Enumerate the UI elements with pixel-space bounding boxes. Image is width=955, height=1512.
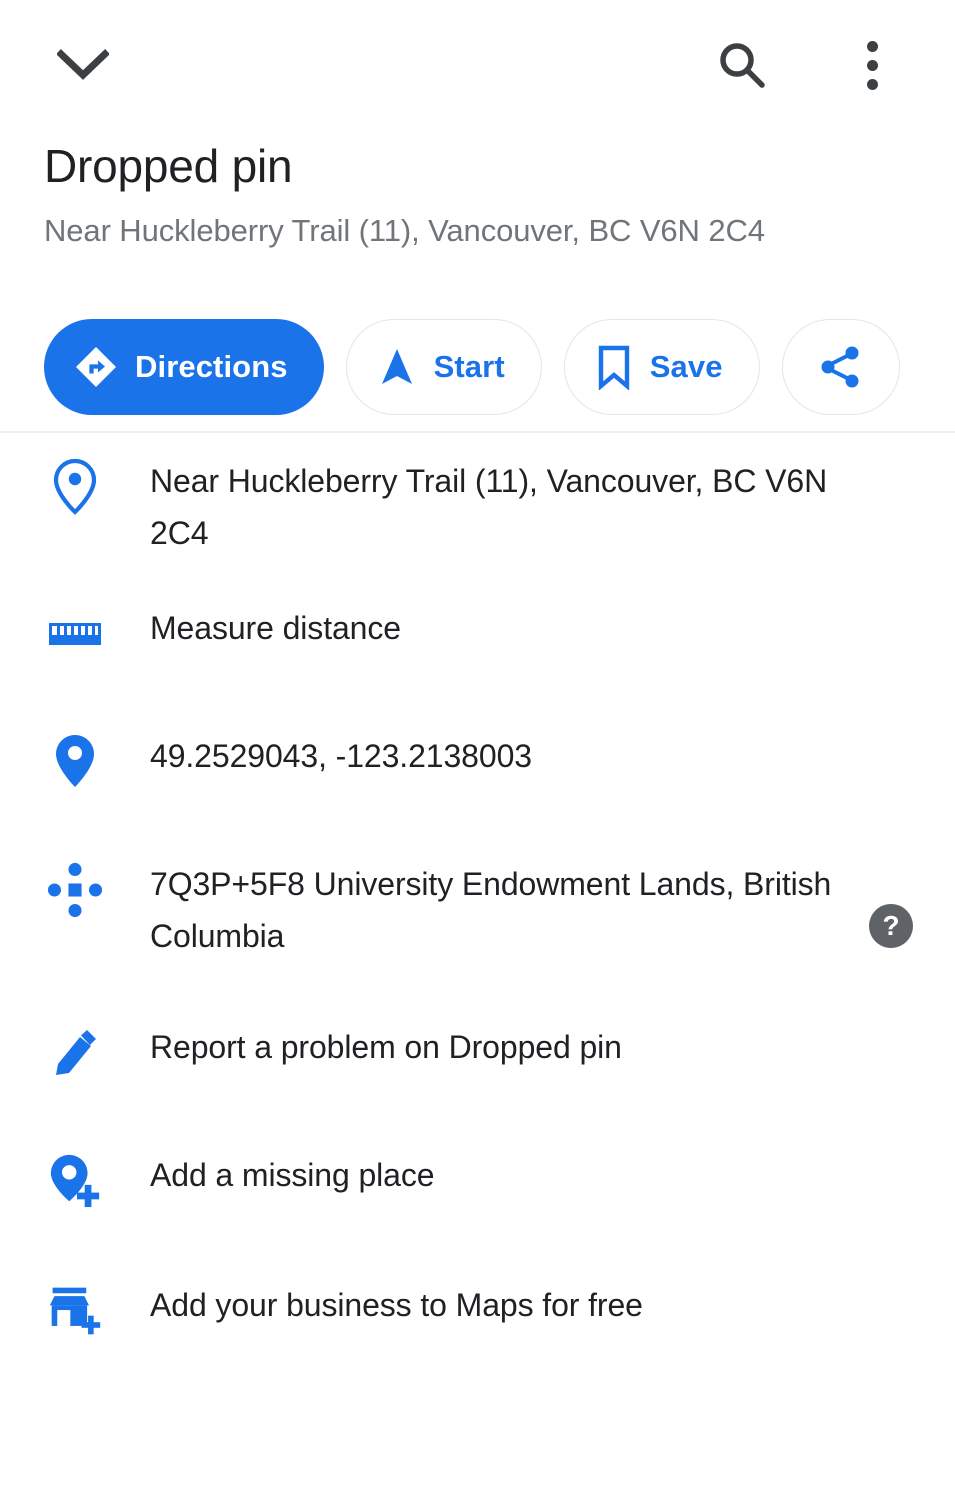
directions-button-label: Directions <box>135 349 288 384</box>
list-item-address[interactable]: Near Huckleberry Trail (11), Vancouver, … <box>0 433 955 588</box>
page-title: Dropped pin <box>44 140 293 192</box>
more-vert-icon <box>866 40 878 90</box>
start-button-label: Start <box>433 349 505 384</box>
list-item-icon <box>0 1279 150 1339</box>
list-item-add-missing-place[interactable]: Add a missing place <box>0 1133 955 1263</box>
list-item-label: 49.2529043, -123.2138003 <box>150 738 532 774</box>
search-button[interactable] <box>703 30 781 100</box>
list-item-report-problem[interactable]: Report a problem on Dropped pin <box>0 1003 955 1133</box>
list-item-icon <box>0 602 150 662</box>
navigation-arrow-icon <box>377 345 417 389</box>
list-item-measure-distance[interactable]: Measure distance <box>0 588 955 718</box>
list-item-icon <box>0 455 150 515</box>
chevron-down-icon <box>57 49 109 81</box>
location-pin-filled-icon <box>47 734 103 790</box>
list-item-icon <box>0 730 150 790</box>
ruler-icon <box>47 606 103 662</box>
save-button[interactable]: Save <box>563 319 760 415</box>
location-pin-outline-icon <box>47 458 103 515</box>
directions-icon <box>74 345 118 389</box>
list-item-icon <box>0 1149 150 1209</box>
share-icon <box>818 344 864 390</box>
list-item-label: Add your business to Maps for free <box>150 1287 643 1323</box>
overflow-menu-button[interactable] <box>836 30 908 100</box>
bookmark-icon <box>595 344 633 390</box>
list-item-label: Add a missing place <box>150 1157 435 1193</box>
list-item-label: Near Huckleberry Trail (11), Vancouver, … <box>150 463 828 551</box>
page-subtitle: Near Huckleberry Trail (11), Vancouver, … <box>44 213 765 248</box>
save-button-label: Save <box>649 349 723 384</box>
add-location-icon <box>47 1153 103 1209</box>
list-item-icon <box>0 858 150 918</box>
action-button-row: Directions Start Save <box>0 315 955 419</box>
add-business-icon <box>47 1283 103 1339</box>
directions-button[interactable]: Directions <box>44 319 324 415</box>
list-item-label: Report a problem on Dropped pin <box>150 1029 622 1065</box>
app-bar <box>0 0 955 118</box>
pencil-icon <box>47 1025 103 1081</box>
list-item-add-business[interactable]: Add your business to Maps for free <box>0 1263 955 1393</box>
collapse-sheet-button[interactable] <box>44 34 122 96</box>
list-item-label: Measure distance <box>150 610 401 646</box>
list-item-coordinates[interactable]: 49.2529043, -123.2138003 <box>0 718 955 848</box>
plus-code-help-button[interactable]: ? <box>869 903 913 948</box>
list-item-icon <box>0 1021 150 1081</box>
list-item-label: 7Q3P+5F8 University Endowment Lands, Bri… <box>150 866 832 954</box>
start-button[interactable]: Start <box>345 319 542 415</box>
share-button[interactable] <box>781 319 900 415</box>
title-block: Dropped pin Near Huckleberry Trail (11),… <box>0 138 955 251</box>
search-icon <box>716 39 768 91</box>
place-info-list: Near Huckleberry Trail (11), Vancouver, … <box>0 433 955 1393</box>
list-item-plus-code[interactable]: 7Q3P+5F8 University Endowment Lands, Bri… <box>0 848 955 1003</box>
plus-code-icon <box>47 862 103 918</box>
